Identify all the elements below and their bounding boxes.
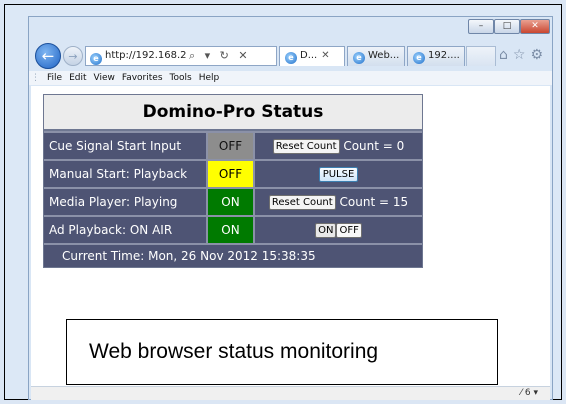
address-action-icons[interactable]: ⌕ ▾ ↻ ✕ <box>189 49 251 62</box>
menu-bar: ⋮ File Edit View Favorites Tools Help <box>29 71 552 85</box>
back-button[interactable]: ← <box>35 43 61 69</box>
row-actions: PULSE <box>255 161 422 187</box>
state-badge: OFF <box>208 161 255 187</box>
menu-favorites[interactable]: Favorites <box>122 73 163 83</box>
browser-tools: ⌂☆⚙ <box>499 47 548 63</box>
current-time: Current Time: Mon, 26 Nov 2012 15:38:35 <box>44 243 422 267</box>
back-arrow-icon: ← <box>41 47 55 65</box>
row-actions: Reset Count Count = 0 <box>255 133 422 159</box>
state-badge: ON <box>208 217 255 243</box>
row-actions: Reset Count Count = 15 <box>255 189 422 215</box>
ie-page-icon: e <box>90 53 102 65</box>
tab-label: D... <box>300 50 318 61</box>
status-row-media-player: Media Player: Playing ON Reset Count Cou… <box>44 187 422 215</box>
state-badge: OFF <box>208 133 255 159</box>
count-value: Count = 15 <box>339 195 409 209</box>
tab-192[interactable]: e 192.... <box>407 46 465 66</box>
tab-domino[interactable]: e D... ✕ <box>279 46 345 66</box>
menu-file[interactable]: File <box>47 73 62 83</box>
menu-view[interactable]: View <box>94 73 115 83</box>
status-row-ad-playback: Ad Playback: ON AIR ON ON OFF <box>44 215 422 243</box>
on-button[interactable]: ON <box>315 223 337 238</box>
address-url[interactable]: http://192.168.2.24/ <box>105 47 187 65</box>
zoom-control[interactable]: ⁄ 6 ▾ <box>521 387 538 399</box>
state-badge: ON <box>208 189 255 215</box>
navigation-bar: ← → ehttp://192.168.2.24/⌕ ▾ ↻ ✕ eD...✕ … <box>29 41 552 69</box>
home-icon[interactable]: ⌂ <box>499 47 513 63</box>
gear-icon[interactable]: ⚙ <box>530 47 548 63</box>
row-label: Media Player: Playing <box>44 189 208 215</box>
browser-status-bar: ⁄ 6 ▾ <box>31 386 550 400</box>
new-tab-button[interactable] <box>466 46 496 66</box>
ie-tab-icon: e <box>353 52 365 64</box>
forward-button[interactable]: → <box>63 46 83 66</box>
menu-grip-icon: ⋮ <box>31 73 40 83</box>
close-window-button[interactable]: ✕ <box>520 19 550 34</box>
status-row-cue-signal: Cue Signal Start Input OFF Reset Count C… <box>44 131 422 159</box>
ie-tab-icon: e <box>285 52 297 64</box>
panel-title: Domino-Pro Status <box>44 95 422 131</box>
address-bar[interactable]: ehttp://192.168.2.24/⌕ ▾ ↻ ✕ <box>85 46 277 66</box>
tab-label: Web... <box>368 50 400 61</box>
row-label: Cue Signal Start Input <box>44 133 208 159</box>
menu-help[interactable]: Help <box>199 73 220 83</box>
pulse-button[interactable]: PULSE <box>318 167 359 182</box>
off-button[interactable]: OFF <box>336 223 362 238</box>
menu-edit[interactable]: Edit <box>69 73 86 83</box>
row-label: Manual Start: Playback <box>44 161 208 187</box>
ie-tab-icon: e <box>413 52 425 64</box>
star-icon[interactable]: ☆ <box>513 47 531 63</box>
forward-arrow-icon: → <box>68 50 78 63</box>
tab-close-icon[interactable]: ✕ <box>321 50 329 61</box>
status-panel: Domino-Pro Status Cue Signal Start Input… <box>43 94 423 268</box>
maximize-button[interactable]: □ <box>494 19 520 34</box>
menu-tools[interactable]: Tools <box>170 73 192 83</box>
count-value: Count = 0 <box>343 139 405 153</box>
minimize-button[interactable]: – <box>468 19 494 34</box>
reset-count-button[interactable]: Reset Count <box>268 195 336 210</box>
row-label: Ad Playback: ON AIR <box>44 217 208 243</box>
tab-label: 192.... <box>428 50 460 61</box>
tab-web[interactable]: e Web... <box>347 46 405 66</box>
row-actions: ON OFF <box>255 217 422 243</box>
status-row-manual-start: Manual Start: Playback OFF PULSE <box>44 159 422 187</box>
caption-box: Web browser status monitoring <box>66 319 498 385</box>
reset-count-button[interactable]: Reset Count <box>272 139 340 154</box>
